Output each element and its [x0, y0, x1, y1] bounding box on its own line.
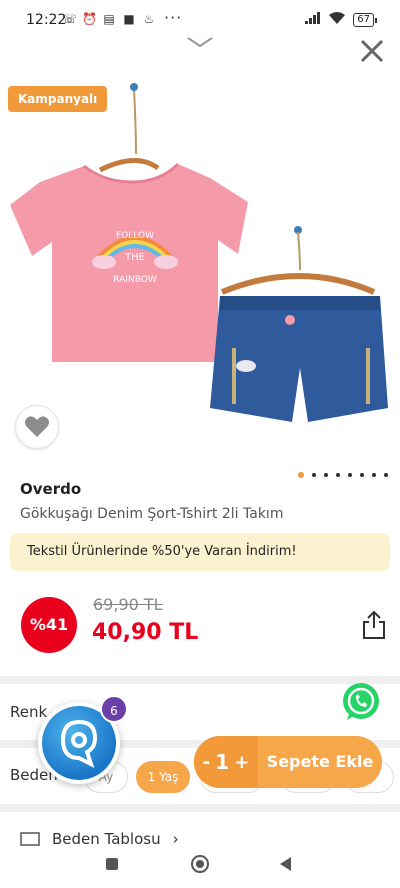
whatsapp-button[interactable]	[339, 680, 383, 724]
pager-dot[interactable]	[372, 473, 376, 477]
wifi-icon	[329, 12, 346, 27]
recent-apps-icon[interactable]	[106, 858, 118, 870]
alarm-icon: ⏰	[82, 12, 97, 26]
missed-call-icon: ☏	[62, 12, 78, 26]
home-icon[interactable]	[191, 855, 209, 873]
status-notification-icons: ☏ ⏰ ▤ ■ ♨	[62, 12, 156, 26]
ruler-icon	[20, 832, 40, 846]
heart-icon	[25, 416, 49, 437]
decrease-quantity-button[interactable]: -	[203, 752, 210, 773]
pager-dot-active[interactable]	[298, 472, 304, 478]
chat-notification-badge: 6	[100, 695, 128, 723]
pager-dot[interactable]	[336, 473, 340, 477]
promo-banner[interactable]: Tekstil Ürünlerinde %50'ye Varan İndirim…	[10, 533, 390, 571]
more-notifications-icon: ···	[164, 8, 183, 27]
old-price: 69,90 TL	[93, 595, 163, 614]
add-to-cart-bar: - 1 + Sepete Ekle	[194, 736, 382, 788]
current-price: 40,90 TL	[92, 620, 199, 645]
close-button[interactable]	[358, 37, 386, 65]
shirt-print-the: THE	[124, 252, 145, 263]
pink-tshirt-illustration	[10, 162, 248, 362]
add-to-cart-button[interactable]: Sepete Ekle	[258, 736, 382, 788]
chevron-down-icon[interactable]	[186, 34, 214, 48]
pager-dot[interactable]	[324, 473, 328, 477]
pager-dot[interactable]	[384, 473, 388, 477]
shirt-hanger-illustration	[98, 83, 160, 173]
size-option-selected[interactable]: 1 Yaş	[136, 761, 190, 793]
notes-icon: ▤	[103, 12, 115, 26]
quantity-stepper: - 1 +	[194, 736, 258, 788]
section-divider	[0, 804, 400, 812]
share-button[interactable]	[362, 610, 386, 640]
pager-dot[interactable]	[348, 473, 352, 477]
product-image[interactable]: FOLLOW THE RAINBOW	[0, 70, 400, 470]
discount-badge: %41	[21, 597, 77, 653]
shirt-print-follow: FOLLOW	[116, 231, 154, 241]
pager-dot[interactable]	[312, 473, 316, 477]
back-icon[interactable]	[280, 857, 291, 871]
close-icon	[360, 39, 384, 63]
signal-icon	[305, 12, 321, 27]
pager-dot[interactable]	[360, 473, 364, 477]
shirt-print-rainbow: RAINBOW	[113, 275, 157, 285]
campaign-badge: Kampanyalı	[8, 86, 108, 112]
shorts-hanger-illustration	[220, 226, 376, 295]
denim-shorts-illustration	[210, 296, 388, 422]
drop-icon: ♨	[143, 12, 155, 26]
color-label: Renk	[10, 703, 48, 721]
gallery-pager[interactable]	[298, 472, 388, 478]
product-brand[interactable]: Overdo	[20, 480, 81, 498]
share-icon	[363, 610, 385, 639]
tiktok-icon: ■	[123, 12, 135, 26]
product-name: Gökkuşağı Denim Şort-Tshirt 2li Takım	[20, 506, 284, 522]
increase-quantity-button[interactable]: +	[234, 752, 249, 773]
status-time: 12:22	[26, 12, 67, 28]
whatsapp-icon	[343, 683, 379, 720]
battery-icon: 67	[353, 12, 377, 27]
status-system-icons: 67	[305, 12, 377, 27]
quantity-value: 1	[215, 750, 230, 774]
favorite-button[interactable]	[15, 405, 59, 449]
